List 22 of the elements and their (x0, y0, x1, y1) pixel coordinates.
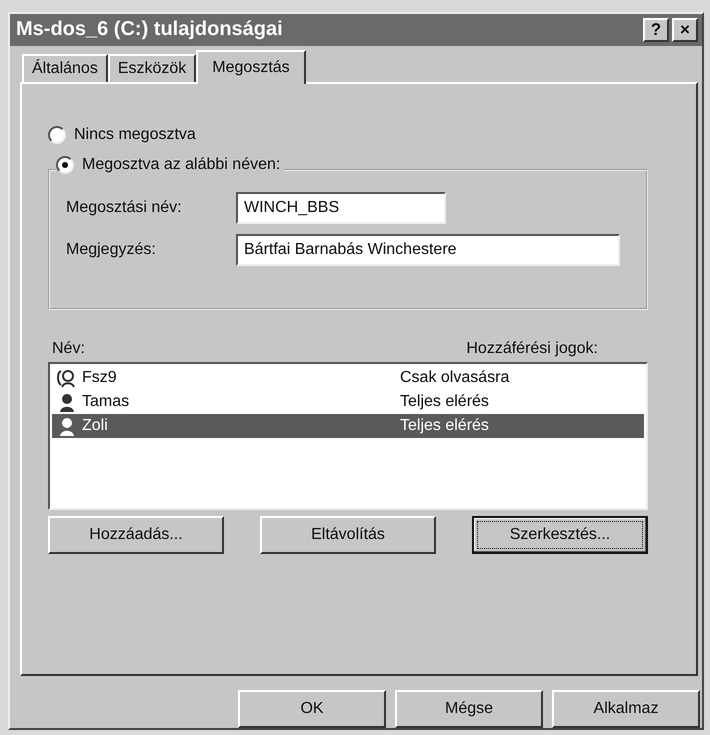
field-label: Megosztási név: (66, 198, 183, 217)
list-item[interactable]: Fsz9 Csak olvasásra (52, 366, 644, 390)
action-button[interactable]: Szerkesztés... (472, 516, 648, 554)
action-button[interactable]: Hozzáadás... (48, 516, 224, 554)
field-label: Megjegyzés: (66, 240, 157, 259)
column-header: Név: (52, 340, 85, 358)
window-title: Ms-dos_6 (C:) tulajdonságai (16, 18, 284, 42)
help-button[interactable]: ? (643, 18, 669, 42)
action-button[interactable]: Eltávolítás (260, 516, 436, 554)
list-item[interactable]: Tamas Teljes elérés (52, 390, 644, 414)
column-header: Hozzáférési jogok: (466, 340, 598, 358)
radio-option[interactable]: Nincs megosztva (48, 126, 196, 144)
tab[interactable]: Általános (22, 54, 108, 82)
tab[interactable]: Megosztás (196, 50, 306, 84)
input-field[interactable]: Bártfai Barnabás Winchestere (236, 234, 620, 266)
dialog-button[interactable]: Alkalmaz (552, 690, 700, 728)
list-item[interactable]: Zoli Teljes elérés (52, 414, 644, 438)
input-field[interactable]: WINCH_BBS (236, 192, 446, 224)
dialog-button[interactable]: Mégse (395, 690, 543, 728)
dialog-button[interactable]: OK (238, 690, 386, 728)
tab[interactable]: Eszközök (108, 54, 196, 82)
close-button[interactable]: × (672, 18, 698, 42)
